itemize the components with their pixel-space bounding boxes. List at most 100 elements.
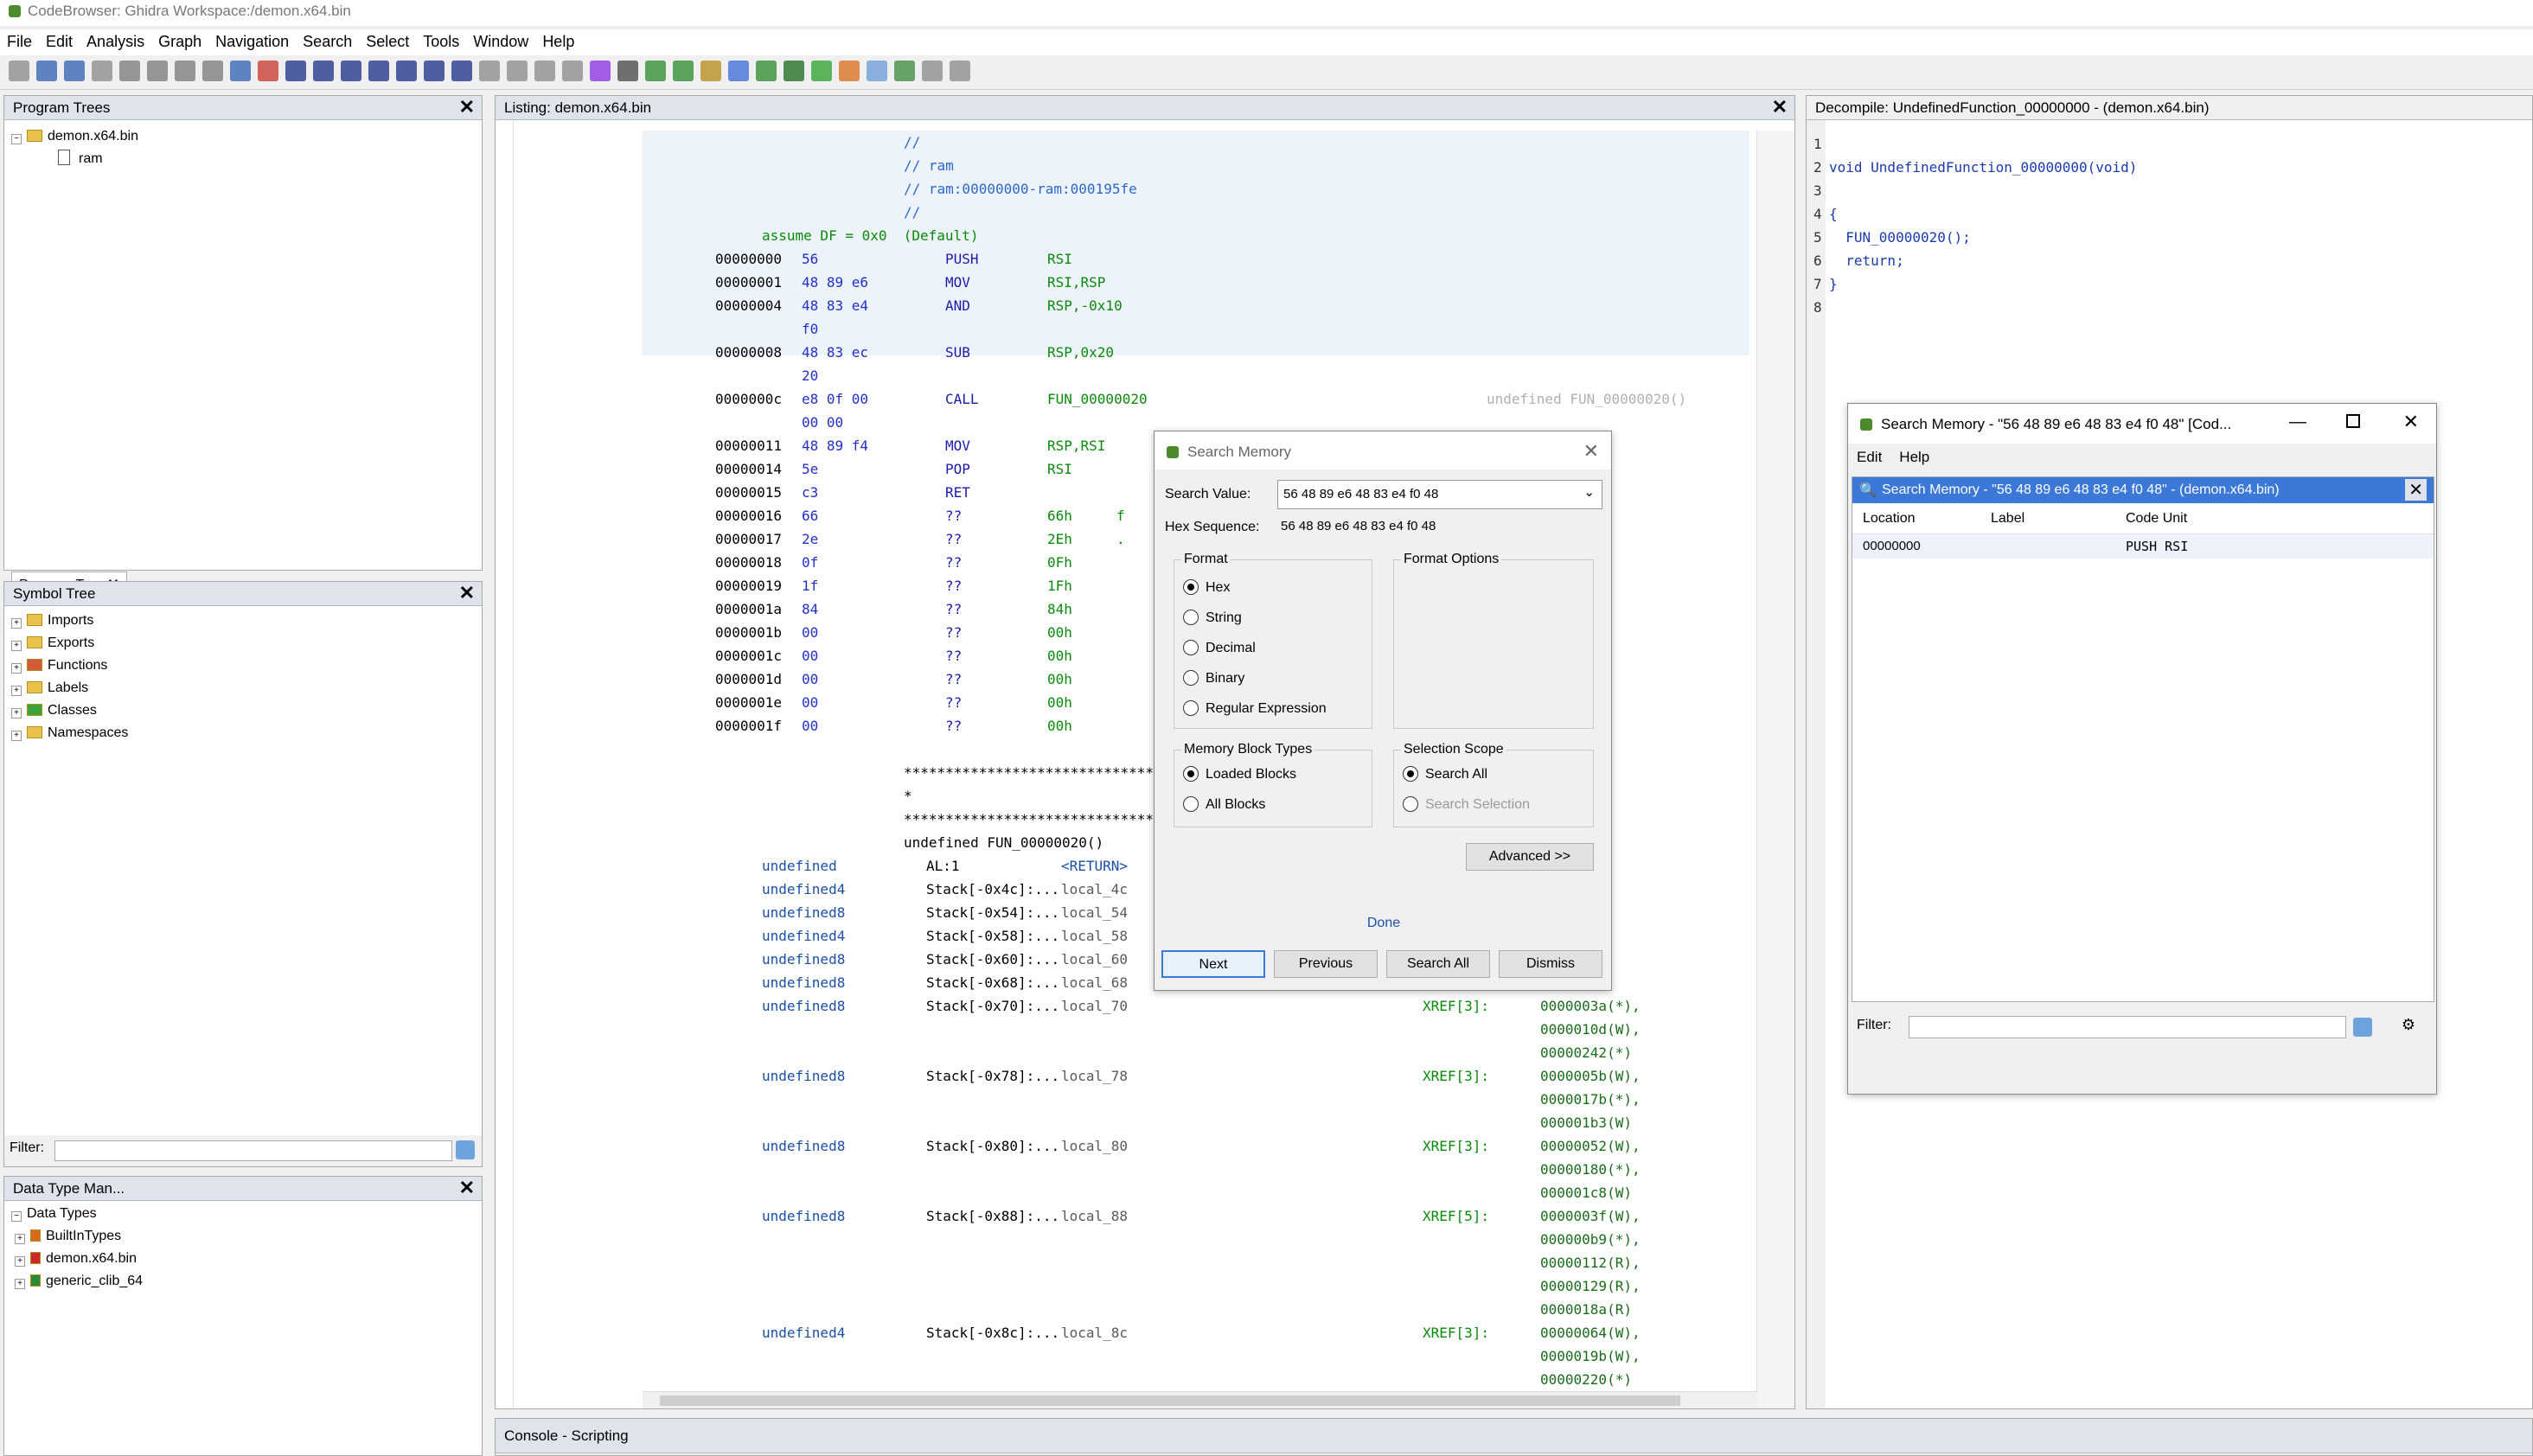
radio-all-blocks[interactable]: All Blocks (1183, 796, 1265, 813)
column-header[interactable]: Code Unit (2126, 511, 2187, 527)
symbol-tree-item[interactable]: + Imports (11, 610, 475, 632)
close-icon[interactable]: ✕ (459, 584, 475, 603)
listing-horizontal-scrollbar[interactable] (643, 1391, 1758, 1408)
toolbar-button-18-icon[interactable] (507, 61, 528, 81)
toolbar-button-30-icon[interactable] (839, 61, 860, 81)
toolbar-button-28-icon[interactable] (784, 61, 804, 81)
listing-row[interactable]: undefined8 Stack[-0x78]:... local_78 XREF[3… (496, 1064, 1758, 1088)
data-type-item[interactable]: + BuiltInTypes (11, 1225, 475, 1248)
listing-row[interactable]: // (496, 131, 1758, 154)
toolbar-button-16-icon[interactable] (451, 61, 472, 81)
data-types-root[interactable]: − Data Types (11, 1203, 475, 1225)
toolbar-button-31-icon[interactable] (867, 61, 887, 81)
toolbar-button-33-icon[interactable] (922, 61, 943, 81)
close-icon[interactable]: ✕ (1772, 98, 1788, 117)
toolbar-button-25-icon[interactable] (700, 61, 721, 81)
toolbar-button-13-icon[interactable] (368, 61, 389, 81)
menu-search[interactable]: Search (303, 33, 352, 50)
expand-icon[interactable]: + (11, 708, 22, 718)
listing-row[interactable]: undefined8 Stack[-0x70]:... local_70 XREF[3… (496, 994, 1758, 1018)
decompile-line[interactable]: 7} (1807, 272, 2498, 296)
listing-row[interactable]: 00000112(R), (496, 1251, 1758, 1274)
tree-root[interactable]: − demon.x64.bin (11, 125, 475, 148)
menu-help[interactable]: Help (542, 33, 574, 50)
listing-row[interactable]: 00000001 48 89 e6 MOV RSI,RSP (496, 271, 1758, 294)
results-menu-edit[interactable]: Edit (1857, 449, 1882, 465)
results-menu-help[interactable]: Help (1899, 449, 1929, 465)
menu-navigation[interactable]: Navigation (215, 33, 289, 50)
menu-select[interactable]: Select (366, 33, 409, 50)
listing-row[interactable]: // ram:00000000-ram:000195fe (496, 177, 1758, 201)
listing-row[interactable]: 00000008 48 83 ec SUB RSP,0x20 (496, 341, 1758, 364)
symbol-tree-item[interactable]: + Functions (11, 655, 475, 677)
listing-row[interactable]: // ram (496, 154, 1758, 177)
toolbar-button-19-icon[interactable] (534, 61, 555, 81)
toolbar-button-26-icon[interactable] (728, 61, 749, 81)
search-all-button[interactable]: Search All (1386, 950, 1490, 978)
toolbar-button-24-icon[interactable] (673, 61, 694, 81)
toolbar-button-0-icon[interactable] (9, 61, 29, 81)
listing-row[interactable]: 0000019b(W), (496, 1344, 1758, 1368)
radio-binary[interactable]: Binary (1183, 670, 1244, 686)
close-icon[interactable]: ✕ (459, 98, 475, 117)
next-button[interactable]: Next (1161, 950, 1265, 978)
toolbar-button-22-icon[interactable] (617, 61, 638, 81)
radio-regular-expression[interactable]: Regular Expression (1183, 700, 1327, 717)
symbol-tree-item[interactable]: + Classes (11, 699, 475, 722)
symbol-tree-item[interactable]: + Exports (11, 632, 475, 655)
previous-button[interactable]: Previous (1274, 950, 1378, 978)
filter-settings-icon[interactable]: ⚙ (2402, 1016, 2415, 1034)
radio-loaded-blocks[interactable]: Loaded Blocks (1183, 766, 1296, 782)
listing-row[interactable]: 0000000c e8 0f 00 CALL FUN_00000020 undefine… (496, 387, 1758, 411)
minimize-icon[interactable]: — (2289, 412, 2306, 432)
dismiss-button[interactable]: Dismiss (1499, 950, 1602, 978)
expand-icon[interactable]: + (15, 1256, 25, 1267)
expand-icon[interactable]: + (11, 663, 22, 674)
expand-icon[interactable]: + (11, 686, 22, 696)
toolbar-button-11-icon[interactable] (313, 61, 334, 81)
toolbar-button-4-icon[interactable] (119, 61, 140, 81)
toolbar-button-21-icon[interactable] (590, 61, 611, 81)
radio-hex[interactable]: Hex (1183, 579, 1230, 596)
radio-search-all[interactable]: Search All (1403, 766, 1487, 782)
decompile-line[interactable]: 4{ (1807, 202, 2498, 226)
tree-child[interactable]: ram (11, 148, 475, 170)
chevron-down-icon[interactable]: ⌄ (1583, 484, 1595, 500)
column-header[interactable]: Location (1863, 511, 1916, 527)
listing-row[interactable]: 00000180(*), (496, 1158, 1758, 1181)
toolbar-button-10-icon[interactable] (285, 61, 306, 81)
listing-row[interactable]: undefined4 Stack[-0x8c]:... local_8c XREF[3… (496, 1321, 1758, 1344)
data-type-item[interactable]: + demon.x64.bin (11, 1248, 475, 1270)
listing-row[interactable]: 000001c8(W) (496, 1181, 1758, 1204)
menu-graph[interactable]: Graph (158, 33, 201, 50)
listing-row[interactable]: undefined8 Stack[-0x80]:... local_80 XREF[3… (496, 1134, 1758, 1158)
menu-window[interactable]: Window (473, 33, 528, 50)
decompile-line[interactable]: 1 (1807, 132, 2498, 156)
menu-file[interactable]: File (7, 33, 32, 50)
listing-row[interactable]: 00000000 56 PUSH RSI (496, 247, 1758, 271)
expand-icon[interactable]: + (11, 731, 22, 741)
toolbar-button-23-icon[interactable] (645, 61, 666, 81)
listing-row[interactable]: f0 (496, 317, 1758, 341)
toolbar-button-17-icon[interactable] (479, 61, 500, 81)
listing-row[interactable]: 00000242(*) (496, 1041, 1758, 1064)
toolbar-button-34-icon[interactable] (950, 61, 970, 81)
results-filter-input[interactable] (1909, 1016, 2346, 1038)
toolbar-button-2-icon[interactable] (64, 61, 85, 81)
toolbar-button-12-icon[interactable] (341, 61, 361, 81)
symbol-filter-input[interactable] (54, 1140, 452, 1161)
toolbar-button-5-icon[interactable] (147, 61, 168, 81)
collapse-icon[interactable]: − (11, 1211, 22, 1222)
filter-options-icon[interactable] (2353, 1018, 2372, 1037)
listing-row[interactable]: 0000017b(*), (496, 1088, 1758, 1111)
filter-options-icon[interactable] (456, 1140, 475, 1159)
search-value-input[interactable]: 56 48 89 e6 48 83 e4 f0 48 ⌄ (1277, 480, 1602, 509)
listing-row[interactable]: // (496, 201, 1758, 224)
radio-decimal[interactable]: Decimal (1183, 640, 1256, 656)
radio-string[interactable]: String (1183, 610, 1242, 626)
toolbar-button-6-icon[interactable] (175, 61, 195, 81)
close-icon[interactable]: ✕ (2403, 411, 2419, 433)
maximize-icon[interactable] (2346, 414, 2360, 428)
expand-icon[interactable]: + (15, 1279, 25, 1289)
listing-row[interactable]: 000001b3(W) (496, 1111, 1758, 1134)
